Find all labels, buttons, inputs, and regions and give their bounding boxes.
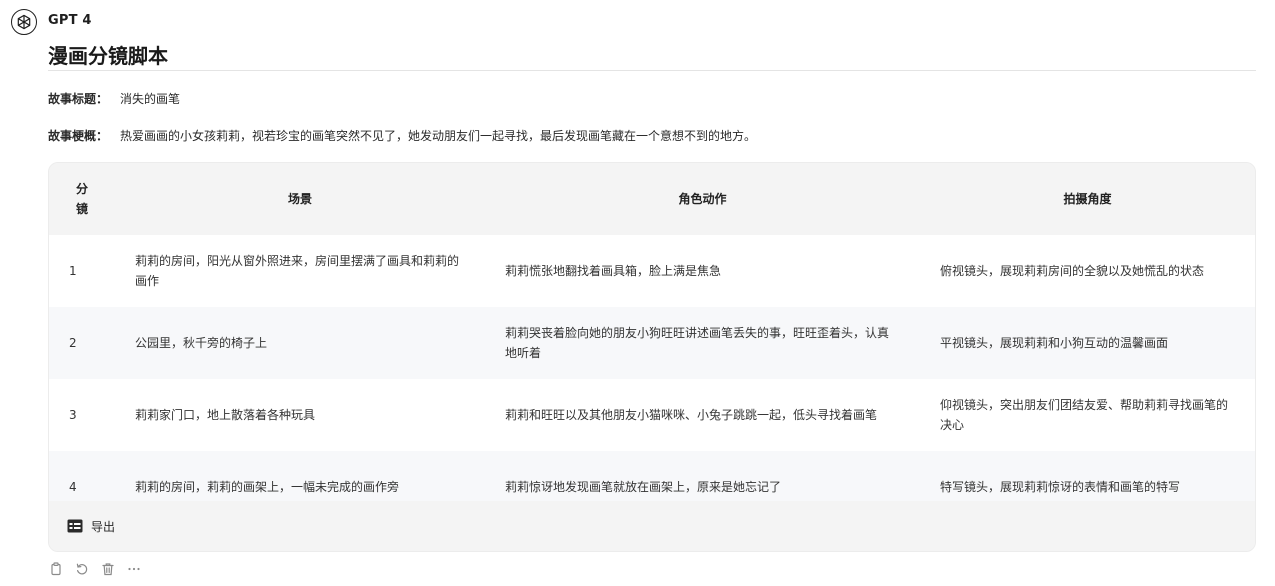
- header-action: 角色动作: [678, 192, 727, 206]
- story-summary-line: 故事梗概： 热爱画画的小女孩莉莉，视若珍宝的画笔突然不见了，她发动朋友们一起寻找，…: [48, 127, 756, 144]
- row-angle: 平视镜头，展现莉莉和小狗互动的温馨画面: [940, 336, 1169, 350]
- storyboard-table: 分 镜 场景 角色动作 拍摄角度 1 莉莉的房间，阳光从窗外照进来，房间里摆满了…: [49, 163, 1255, 523]
- table-row: 3 莉莉家门口，地上散落着各种玩具 莉莉和旺旺以及其他朋友小猫咪咪、小兔子跳跳一…: [49, 379, 1255, 451]
- row-scene: 莉莉家门口，地上散落着各种玩具: [135, 408, 316, 422]
- message-actions: [48, 561, 142, 577]
- page-title: 漫画分镜脚本: [48, 44, 168, 68]
- table-icon: [67, 519, 83, 533]
- story-title-label: 故事标题：: [48, 92, 109, 106]
- row-action: 莉莉哭丧着脸向她的朋友小狗旺旺讲述画笔丢失的事，旺旺歪着头，认真地听着: [505, 326, 890, 360]
- title-divider: [48, 70, 1256, 71]
- table-row: 2 公园里，秋千旁的椅子上 莉莉哭丧着脸向她的朋友小狗旺旺讲述画笔丢失的事，旺旺…: [49, 307, 1255, 379]
- delete-icon[interactable]: [100, 561, 116, 577]
- row-angle: 仰视镜头，突出朋友们团结友爱、帮助莉莉寻找画笔的决心: [940, 398, 1229, 432]
- table-row: 1 莉莉的房间，阳光从窗外照进来，房间里摆满了画具和莉莉的画作 莉莉慌张地翻找着…: [49, 235, 1255, 307]
- header-index-line1: 分: [75, 182, 88, 196]
- row-scene: 莉莉的房间，阳光从窗外照进来，房间里摆满了画具和莉莉的画作: [135, 254, 460, 288]
- header-index: 分 镜: [49, 163, 115, 235]
- copy-icon[interactable]: [48, 561, 64, 577]
- row-scene: 公园里，秋千旁的椅子上: [135, 336, 268, 350]
- story-summary-value: 热爱画画的小女孩莉莉，视若珍宝的画笔突然不见了，她发动朋友们一起寻找，最后发现画…: [120, 129, 757, 143]
- table-header-row: 分 镜 场景 角色动作 拍摄角度: [49, 163, 1255, 235]
- row-index: 3: [69, 408, 77, 422]
- row-action: 莉莉慌张地翻找着画具箱，脸上满是焦急: [505, 264, 722, 278]
- openai-logo-icon: [11, 9, 37, 35]
- export-button[interactable]: 导出: [49, 501, 1255, 551]
- model-name: GPT 4: [48, 13, 92, 28]
- row-angle: 俯视镜头，展现莉莉房间的全貌以及她慌乱的状态: [940, 264, 1205, 278]
- header-index-line2: 镜: [75, 202, 88, 216]
- story-summary-label: 故事梗概：: [48, 129, 109, 143]
- story-title-value: 消失的画笔: [120, 92, 181, 106]
- chat-message: GPT 4 漫画分镜脚本 故事标题： 消失的画笔 故事梗概： 热爱画画的小女孩莉莉，…: [0, 0, 1275, 586]
- storyboard-table-card: 分 镜 场景 角色动作 拍摄角度 1 莉莉的房间，阳光从窗外照进来，房间里摆满了…: [48, 162, 1256, 552]
- header-scene: 场景: [287, 192, 312, 206]
- row-index: 2: [69, 336, 77, 350]
- story-title-line: 故事标题： 消失的画笔: [48, 90, 180, 107]
- row-action: 莉莉和旺旺以及其他朋友小猫咪咪、小兔子跳跳一起，低头寻找着画笔: [505, 408, 878, 422]
- regenerate-icon[interactable]: [74, 561, 90, 577]
- header-angle: 拍摄角度: [1063, 192, 1112, 206]
- more-icon[interactable]: [126, 561, 142, 577]
- export-label: 导出: [91, 519, 116, 534]
- row-index: 1: [69, 264, 77, 278]
